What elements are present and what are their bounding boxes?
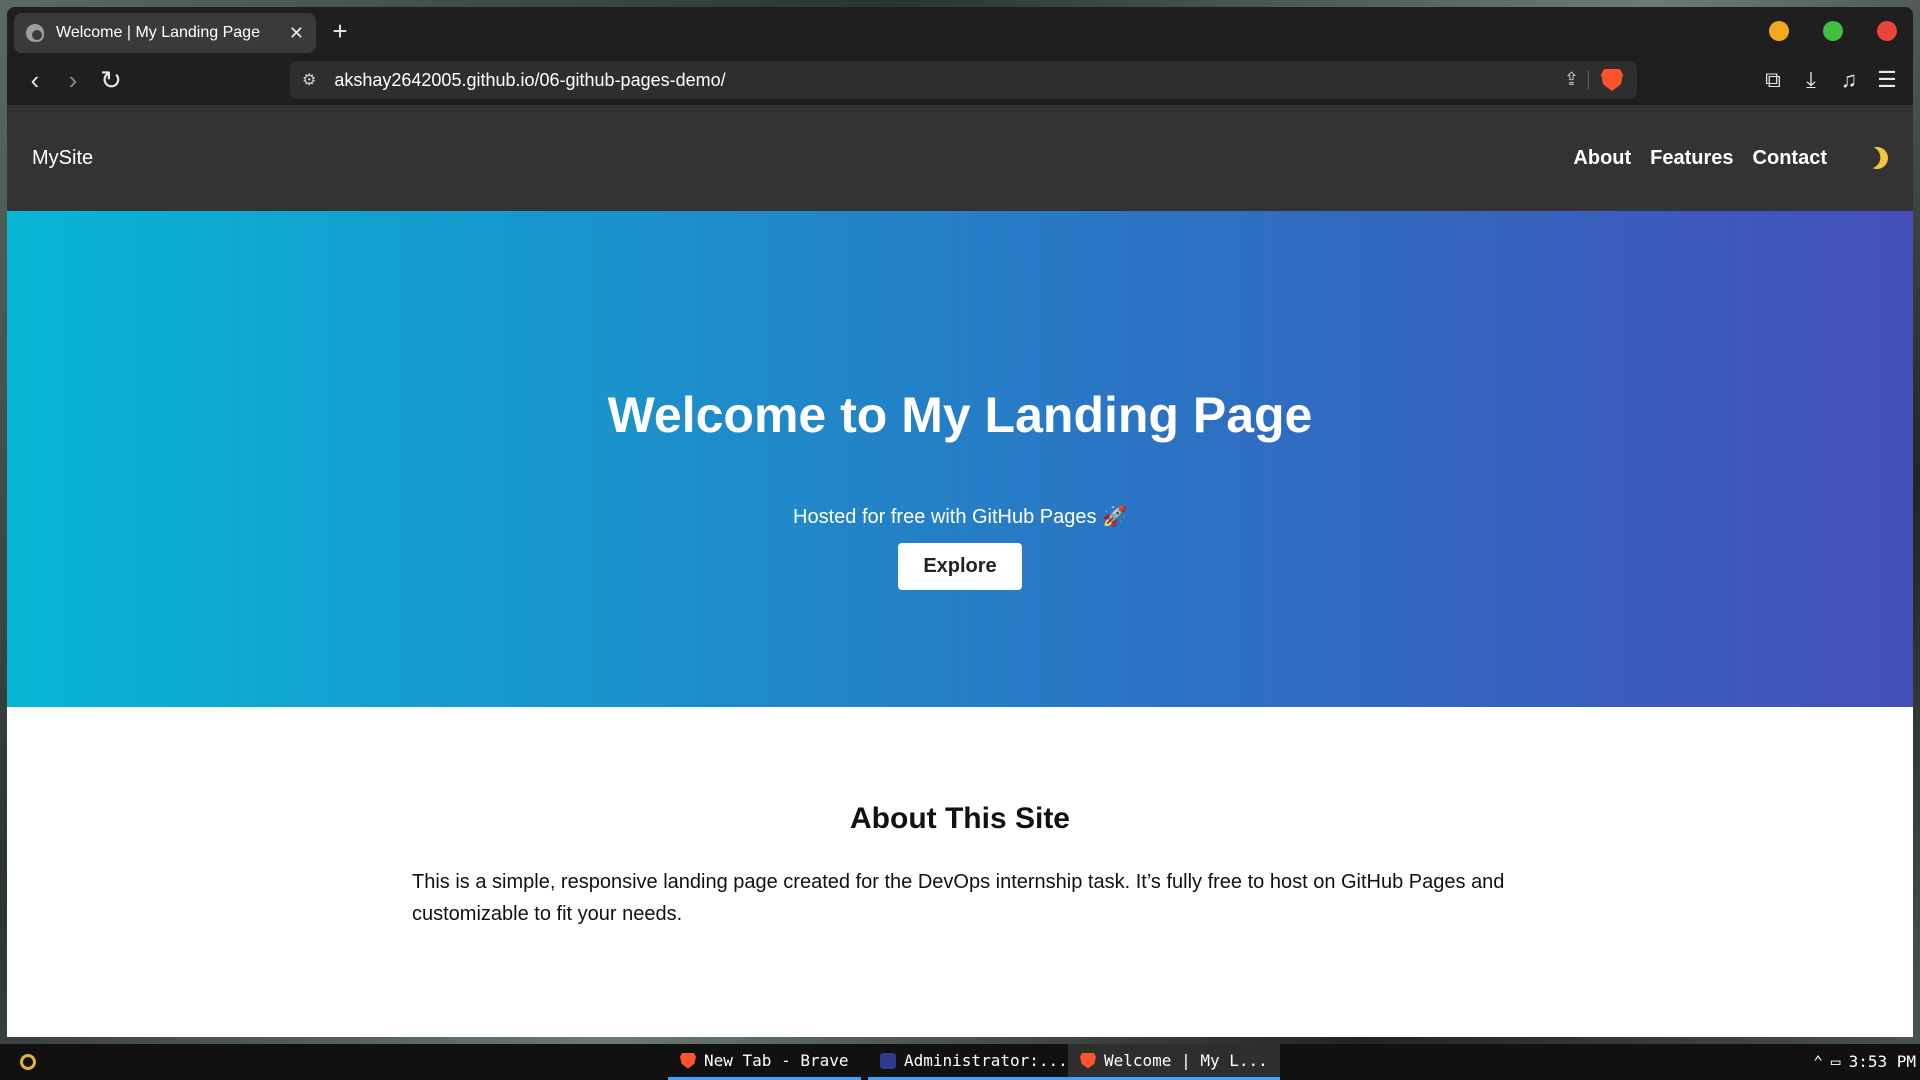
task-label: New Tab - Brave: [704, 1051, 849, 1070]
close-window-button[interactable]: [1877, 21, 1897, 41]
taskbar: New Tab - Brave Administrator:... Welcom…: [0, 1044, 1920, 1080]
browser-toolbar: ‹ › ↻ ⚙ akshay2642005.github.io/06-githu…: [7, 55, 1913, 105]
share-icon[interactable]: ⇪: [1564, 69, 1579, 90]
divider: [1588, 71, 1589, 89]
explore-button[interactable]: Explore: [898, 543, 1022, 590]
brave-shields-icon[interactable]: [1601, 69, 1623, 91]
download-icon[interactable]: ⤓: [1799, 67, 1823, 93]
dark-mode-toggle-icon[interactable]: [1863, 144, 1891, 172]
site-navbar: MySite About Features Contact: [7, 105, 1913, 211]
site-nav-links: About Features Contact: [1573, 147, 1888, 170]
brave-icon: [1080, 1052, 1096, 1069]
tab-title: Welcome | My Landing Page: [56, 24, 260, 41]
web-page: MySite About Features Contact Welcome to…: [7, 105, 1913, 1037]
battery-icon[interactable]: ▭: [1831, 1052, 1841, 1071]
browser-window: Welcome | My Landing Page ✕ + ‹ › ↻ ⚙ ak…: [7, 7, 1913, 1037]
tab-active[interactable]: Welcome | My Landing Page ✕: [14, 13, 316, 53]
nav-link-contact[interactable]: Contact: [1753, 147, 1827, 170]
reload-button[interactable]: ↻: [93, 62, 129, 98]
hero-title: Welcome to My Landing Page: [607, 387, 1313, 443]
site-brand[interactable]: MySite: [32, 147, 93, 170]
toolbar-actions: ⧉ ⤓ ♫ ☰: [1761, 67, 1899, 93]
media-icon[interactable]: ♫: [1837, 67, 1861, 93]
clock[interactable]: 3:53 PM: [1849, 1052, 1916, 1071]
globe-icon: [26, 24, 44, 42]
task-label: Welcome | My L...: [1104, 1051, 1268, 1070]
back-button[interactable]: ‹: [17, 62, 53, 98]
taskbar-item-terminal[interactable]: Administrator:...: [868, 1044, 1080, 1080]
nav-link-features[interactable]: Features: [1650, 147, 1733, 170]
menu-icon[interactable]: ☰: [1875, 67, 1899, 93]
site-settings-icon[interactable]: ⚙: [302, 70, 316, 90]
minimize-button[interactable]: [1769, 21, 1789, 41]
system-tray: ⌃ ▭ 3:53 PM: [1813, 1052, 1916, 1071]
start-menu-icon[interactable]: [20, 1054, 36, 1070]
terminal-icon: [880, 1052, 896, 1069]
address-bar[interactable]: ⚙ akshay2642005.github.io/06-github-page…: [290, 61, 1637, 99]
forward-button[interactable]: ›: [55, 62, 91, 98]
about-text: This is a simple, responsive landing pag…: [412, 871, 1505, 925]
new-tab-button[interactable]: +: [320, 11, 360, 51]
hero-section: Welcome to My Landing Page Hosted for fr…: [7, 211, 1913, 707]
extensions-icon[interactable]: ⧉: [1761, 67, 1785, 93]
nav-link-about[interactable]: About: [1573, 147, 1631, 170]
about-heading: About This Site: [850, 802, 1070, 835]
taskbar-item-welcome[interactable]: Welcome | My L...: [1068, 1044, 1280, 1080]
tab-strip: Welcome | My Landing Page ✕ +: [7, 7, 1913, 55]
window-controls: [1769, 21, 1897, 41]
about-section: About This Site This is a simple, respon…: [7, 707, 1913, 930]
chevron-up-icon[interactable]: ⌃: [1813, 1052, 1823, 1071]
brave-icon: [680, 1052, 696, 1069]
task-label: Administrator:...: [904, 1051, 1068, 1070]
close-tab-icon[interactable]: ✕: [289, 23, 304, 44]
url-text[interactable]: akshay2642005.github.io/06-github-pages-…: [334, 70, 725, 91]
hero-subtitle: Hosted for free with GitHub Pages 🚀: [793, 506, 1127, 528]
maximize-button[interactable]: [1823, 21, 1843, 41]
taskbar-item-new-tab[interactable]: New Tab - Brave: [668, 1044, 861, 1080]
